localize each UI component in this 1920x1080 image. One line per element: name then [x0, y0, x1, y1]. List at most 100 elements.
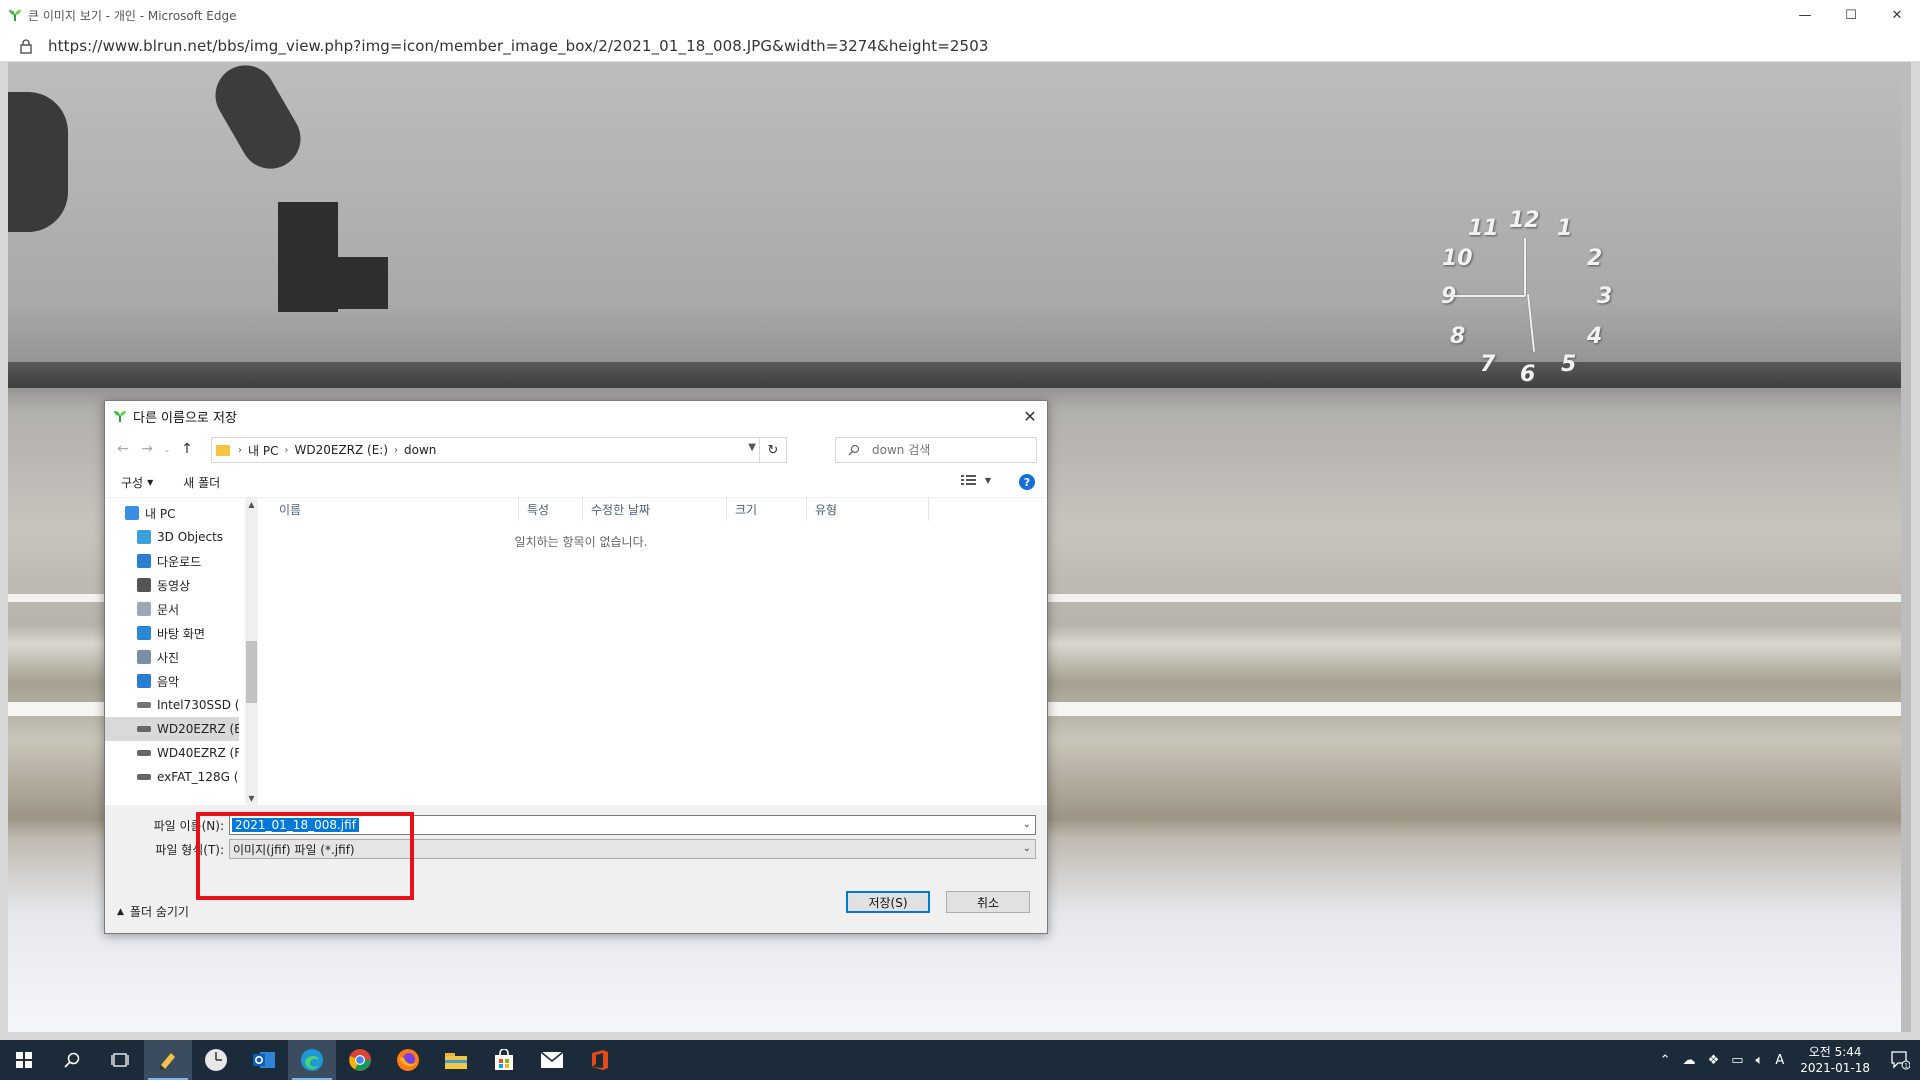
organize-button[interactable]: 구성 ▼ [121, 474, 153, 491]
back-arrow-icon[interactable]: ← [111, 437, 135, 461]
organize-label: 구성 [121, 475, 144, 490]
navigation-pane[interactable]: 내 PC 3D Objects 다운로드 동영상 문서 바탕 화면 사진 음악 Intel730… [105, 497, 239, 809]
forward-arrow-icon[interactable]: → [135, 437, 159, 461]
save-button[interactable]: 저장(S) [846, 891, 930, 913]
nav-item-label: exFAT_128G (G: [157, 770, 239, 784]
system-clock[interactable]: 오전 5:44 2021-01-18 [1800, 1044, 1870, 1076]
network-icon[interactable]: ▭ [1731, 1053, 1743, 1068]
nav-item-label: WD40EZRZ (F:) [157, 746, 239, 760]
nav-item[interactable]: 사진 [105, 645, 239, 669]
breadcrumb-separator: › [238, 444, 242, 456]
outlook-icon[interactable] [240, 1040, 288, 1080]
nav-item[interactable]: 다운로드 [105, 549, 239, 573]
scroll-up-icon[interactable]: ▲ [245, 497, 258, 511]
chevron-up-icon[interactable]: ⌃ [1660, 1053, 1671, 1068]
view-options-button[interactable]: ▼ [960, 474, 991, 486]
close-button[interactable]: ✕ [1874, 0, 1920, 30]
dropbox-icon[interactable]: ❖ [1708, 1053, 1720, 1068]
nav-item[interactable]: exFAT_128G (G: [105, 765, 239, 789]
search-input[interactable] [870, 442, 1034, 458]
browser-title: 큰 이미지 보기 - 개인 - Microsoft Edge [28, 8, 237, 23]
window-controls: — ☐ ✕ [1782, 0, 1920, 30]
column-header-date-modified[interactable]: 수정한 날짜 [583, 497, 727, 521]
breadcrumb-separator: › [284, 444, 289, 456]
nav-item[interactable]: 문서 [105, 597, 239, 621]
column-header-type[interactable]: 유형 [807, 497, 929, 521]
file-explorer-icon[interactable] [432, 1040, 480, 1080]
notification-center-button[interactable]: 1 [1880, 1040, 1920, 1080]
hide-folders-label: 폴더 숨기기 [129, 905, 189, 919]
scrollbar-thumb[interactable] [246, 641, 257, 703]
hide-folders-toggle[interactable]: ▲ 폴더 숨기기 [117, 903, 189, 920]
url-text[interactable]: https://www.blrun.net/bbs/img_view.php?i… [48, 37, 988, 55]
download-icon [137, 554, 151, 568]
notification-icon: 1 [1891, 1051, 1910, 1070]
nav-item[interactable]: 음악 [105, 669, 239, 693]
edge-icon[interactable] [288, 1040, 336, 1080]
clock-number: 4 [1587, 324, 1603, 349]
onedrive-icon[interactable]: ☁ [1683, 1053, 1696, 1068]
breadcrumb[interactable]: › 내 PC › WD20EZRZ (E:) › down ▼ ↻ [211, 437, 787, 463]
chevron-down-icon[interactable]: ▼ [748, 442, 756, 453]
nav-item[interactable]: 내 PC [105, 501, 239, 525]
clock-number: 2 [1587, 246, 1603, 271]
office-icon[interactable] [576, 1040, 624, 1080]
volume-icon[interactable]: 🔈︎ [1756, 1053, 1764, 1068]
scroll-down-icon[interactable]: ▼ [245, 791, 258, 805]
task-view-icon[interactable] [96, 1040, 144, 1080]
app-pencil-icon[interactable] [144, 1040, 192, 1080]
notification-count: 1 [1904, 1063, 1908, 1070]
mail-icon[interactable] [528, 1040, 576, 1080]
recent-dropdown-icon[interactable]: ⌄ [159, 437, 175, 461]
address-bar[interactable]: https://www.blrun.net/bbs/img_view.php?i… [0, 30, 1920, 62]
search-box[interactable] [835, 437, 1037, 463]
ime-indicator[interactable]: A [1775, 1053, 1784, 1068]
up-arrow-icon[interactable]: ↑ [175, 437, 199, 461]
clock-number: 10 [1442, 246, 1473, 271]
breadcrumb-item[interactable]: 내 PC [248, 442, 278, 459]
photo-shape [278, 257, 388, 309]
nav-item[interactable]: 바탕 화면 [105, 621, 239, 645]
help-icon[interactable]: ? [1019, 474, 1035, 490]
firefox-icon[interactable] [384, 1040, 432, 1080]
clock-number: 6 [1520, 362, 1536, 387]
maximize-button[interactable]: ☐ [1828, 0, 1874, 30]
nav-item[interactable]: WD20EZRZ (E:) [105, 717, 239, 741]
nav-item[interactable]: 3D Objects [105, 525, 239, 549]
navigation-scrollbar[interactable]: ▲ ▼ [245, 497, 258, 805]
clock-app-icon[interactable] [192, 1040, 240, 1080]
highlight-box [196, 812, 414, 900]
pc-icon [125, 506, 139, 520]
search-icon[interactable] [48, 1040, 96, 1080]
chevron-down-icon[interactable]: ⌄ [1023, 843, 1031, 854]
nav-item[interactable]: WD40EZRZ (F:) [105, 741, 239, 765]
dialog-title-bar: 다른 이름으로 저장 ✕ [105, 401, 1047, 431]
windows-start-icon[interactable] [0, 1040, 48, 1080]
dialog-body: 내 PC 3D Objects 다운로드 동영상 문서 바탕 화면 사진 음악 Intel730… [105, 497, 1047, 805]
nav-item[interactable]: 동영상 [105, 573, 239, 597]
store-icon[interactable] [480, 1040, 528, 1080]
dialog-close-button[interactable]: ✕ [1013, 401, 1047, 431]
chrome-icon[interactable] [336, 1040, 384, 1080]
column-header-attributes[interactable]: 특성 [519, 497, 583, 521]
new-folder-button[interactable]: 새 폴더 [183, 474, 220, 491]
drive-icon [137, 702, 151, 708]
minimize-button[interactable]: — [1782, 0, 1828, 30]
breadcrumb-item[interactable]: WD20EZRZ (E:) [294, 443, 388, 457]
clock-time: 오전 5:44 [1808, 1045, 1862, 1059]
column-header-name[interactable]: 이름 [261, 497, 519, 521]
desktop-icon [137, 626, 151, 640]
chevron-down-icon[interactable]: ⌄ [1023, 819, 1031, 830]
nav-item[interactable]: Intel730SSD (C: [105, 693, 239, 717]
cancel-button[interactable]: 취소 [946, 891, 1030, 913]
clock-minute-hand [1524, 238, 1526, 296]
drive-icon [137, 774, 151, 780]
search-icon [848, 444, 860, 456]
file-list-pane: 이름 특성 수정한 날짜 크기 유형 일치하는 항목이 없습니다. [261, 497, 1047, 805]
column-header-size[interactable]: 크기 [727, 497, 807, 521]
clock-second-hand [1527, 293, 1536, 352]
clock-number: 11 [1468, 216, 1499, 241]
breadcrumb-item[interactable]: down [404, 443, 436, 457]
clock-number: 8 [1450, 324, 1466, 349]
refresh-icon[interactable]: ↻ [759, 438, 786, 462]
